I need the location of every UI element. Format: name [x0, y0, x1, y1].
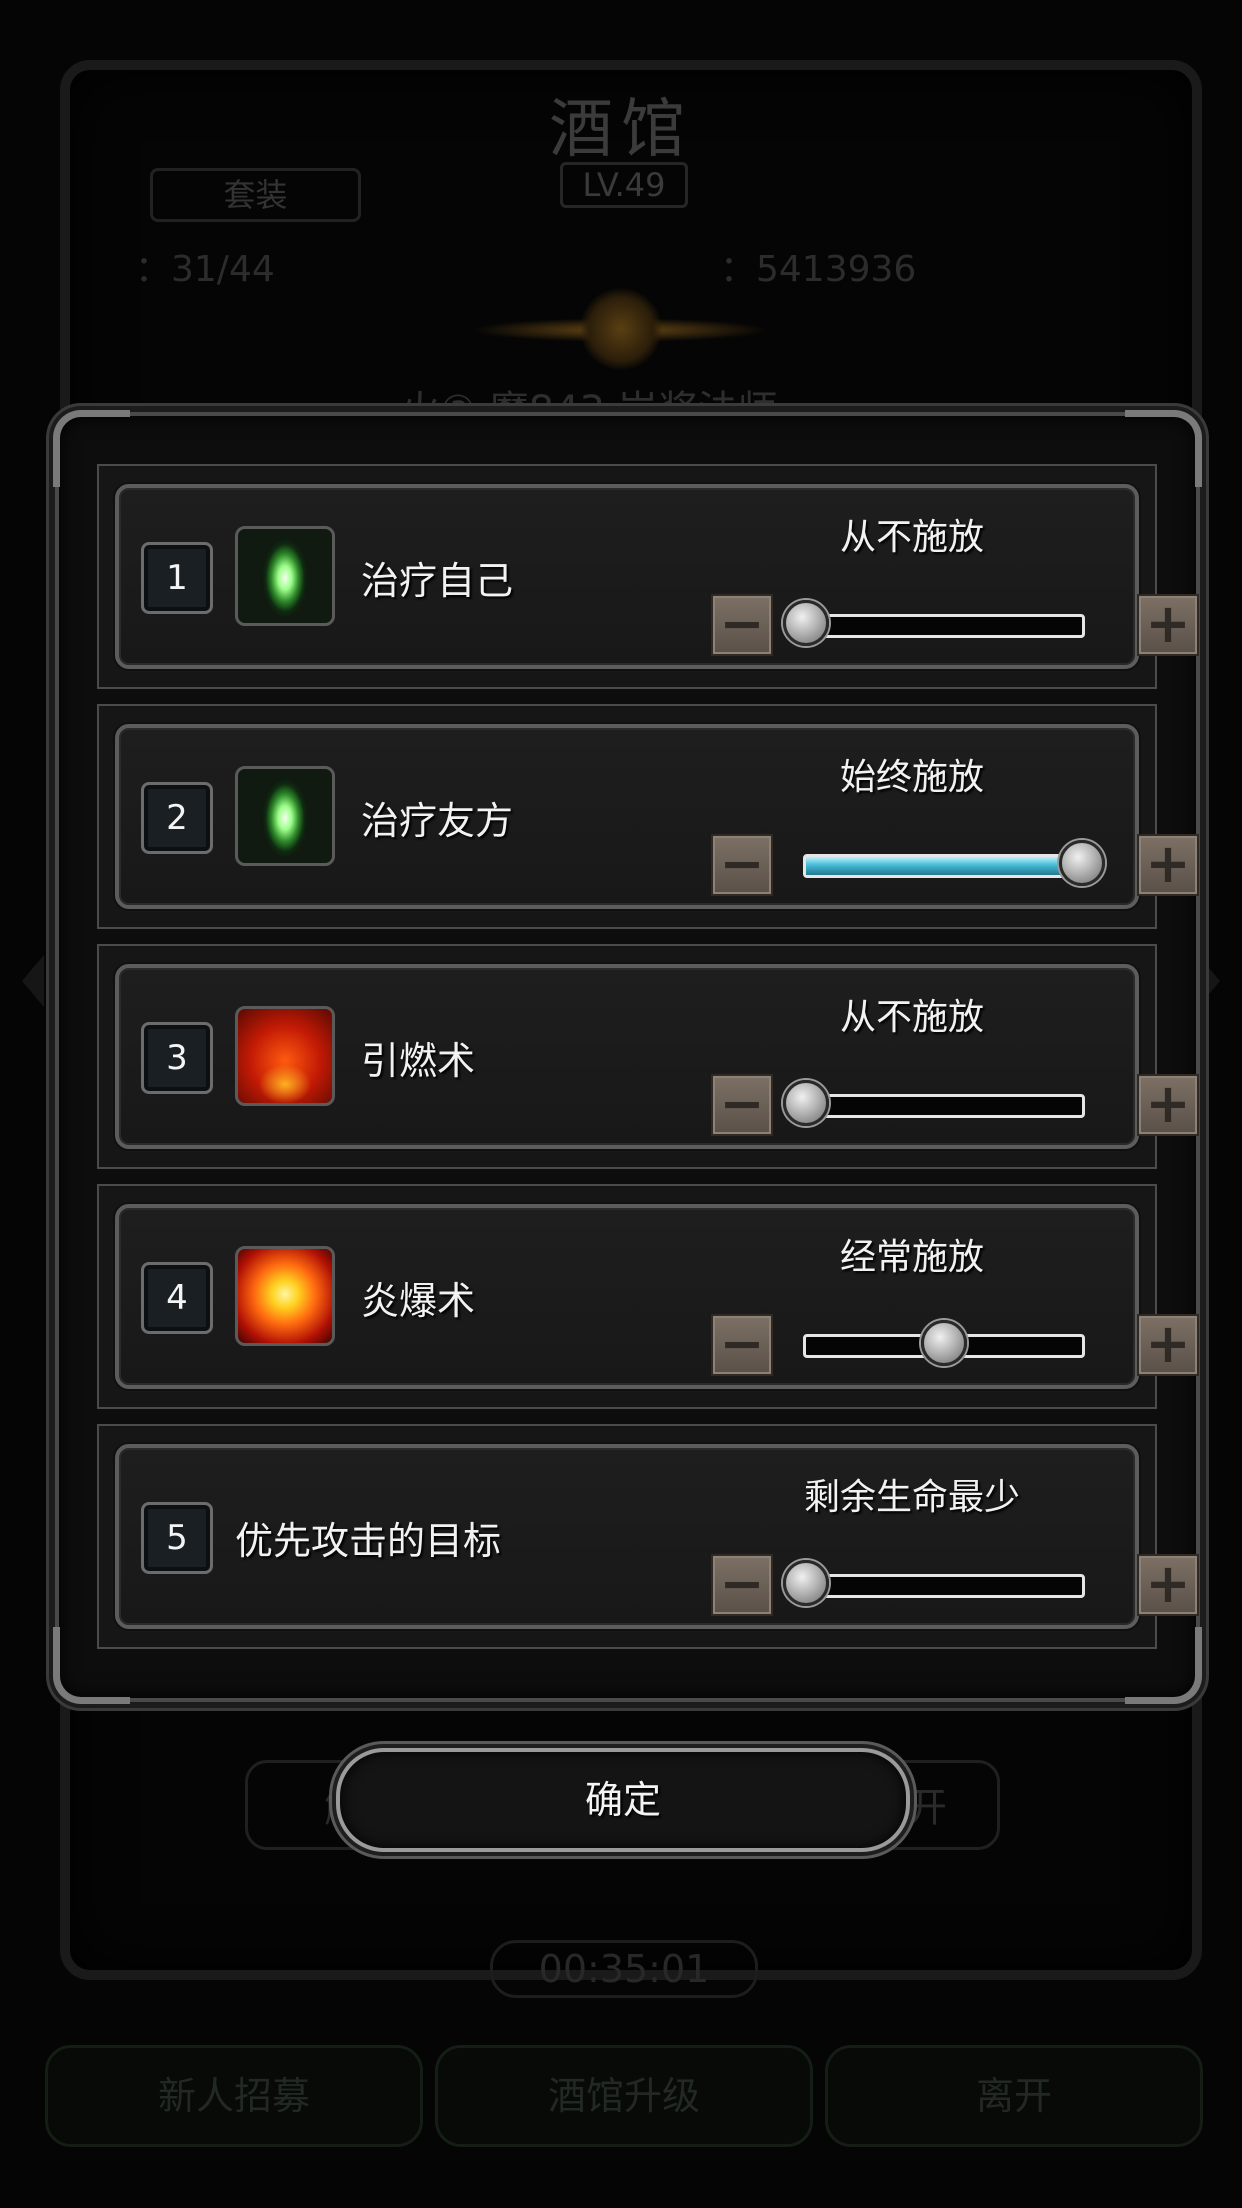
decrease-button[interactable]: − [711, 1554, 773, 1616]
decrease-button[interactable]: − [711, 1074, 773, 1136]
slider-knob[interactable] [921, 1320, 967, 1366]
increase-button[interactable]: + [1137, 1314, 1199, 1376]
cast-mode-label: 始终施放 [839, 757, 984, 798]
cast-frequency-slider[interactable] [783, 600, 1085, 646]
target-priority-row: 5 优先攻击的目标 剩余生命最少 − + [97, 1424, 1199, 1649]
leave-button: 离开 [825, 2045, 1203, 2147]
skill-name: 炎爆术 [361, 1279, 476, 1323]
blast-icon [235, 1246, 335, 1346]
skill-row: 4 炎爆术 经常施放 − + [97, 1184, 1199, 1409]
row-number: 5 [141, 1502, 213, 1574]
ignite-icon [235, 1006, 335, 1106]
target-priority-label: 优先攻击的目标 [235, 1519, 502, 1563]
tavern-title: 酒馆 [549, 93, 693, 167]
suit-button: 套装 [150, 168, 361, 222]
target-priority-slider[interactable] [783, 1560, 1085, 1606]
recruit-button: 新人招募 [45, 2045, 423, 2147]
slider-knob[interactable] [783, 600, 829, 646]
skill-row: 1 治疗自己 从不施放 − + [97, 464, 1199, 689]
skill-row: 2 治疗友方 始终施放 − + [97, 704, 1199, 929]
increase-button[interactable]: + [1137, 834, 1199, 896]
decrease-button[interactable]: − [711, 594, 773, 656]
slider-knob[interactable] [783, 1080, 829, 1126]
skill-name: 治疗友方 [361, 799, 514, 843]
slider-knob[interactable] [783, 1560, 829, 1606]
heal-self-icon [235, 526, 335, 626]
tavern-emblem-icon [580, 288, 662, 370]
target-mode-label: 剩余生命最少 [803, 1477, 1020, 1518]
skill-name: 治疗自己 [361, 559, 514, 603]
decrease-button[interactable]: − [711, 1314, 773, 1376]
slider-fill [806, 857, 1082, 875]
gold-stat: ：5413936 [720, 249, 917, 290]
cast-mode-label: 经常施放 [839, 1237, 984, 1278]
skill-name: 引燃术 [361, 1039, 476, 1083]
increase-button[interactable]: + [1137, 1074, 1199, 1136]
skill-settings-dialog: 1 治疗自己 从不施放 − + 2 治疗友方 始终施放 − + 3 引燃术 从不… [53, 410, 1202, 1704]
row-number: 4 [141, 1262, 213, 1334]
cast-frequency-slider[interactable] [803, 840, 1105, 886]
hero-count-stat: ：31/44 [135, 249, 275, 290]
heal-ally-icon [235, 766, 335, 866]
slider-knob[interactable] [1059, 840, 1105, 886]
next-arrow-icon [1198, 955, 1220, 1007]
cast-mode-label: 从不施放 [839, 517, 984, 558]
skill-row: 3 引燃术 从不施放 − + [97, 944, 1199, 1169]
row-number: 3 [141, 1022, 213, 1094]
cast-frequency-slider[interactable] [783, 1080, 1085, 1126]
row-number: 1 [141, 542, 213, 614]
increase-button[interactable]: + [1137, 1554, 1199, 1616]
row-number: 2 [141, 782, 213, 854]
prev-arrow-icon [22, 955, 44, 1007]
refresh-timer: 00:35:01 [490, 1940, 758, 1998]
increase-button[interactable]: + [1137, 594, 1199, 656]
cast-mode-label: 从不施放 [839, 997, 984, 1038]
tavern-level-badge: LV.49 [560, 162, 688, 208]
cast-frequency-slider[interactable] [803, 1320, 1085, 1366]
confirm-button[interactable]: 确定 [336, 1748, 910, 1852]
decrease-button[interactable]: − [711, 834, 773, 896]
tavern-upgrade-button: 酒馆升级 [435, 2045, 813, 2147]
